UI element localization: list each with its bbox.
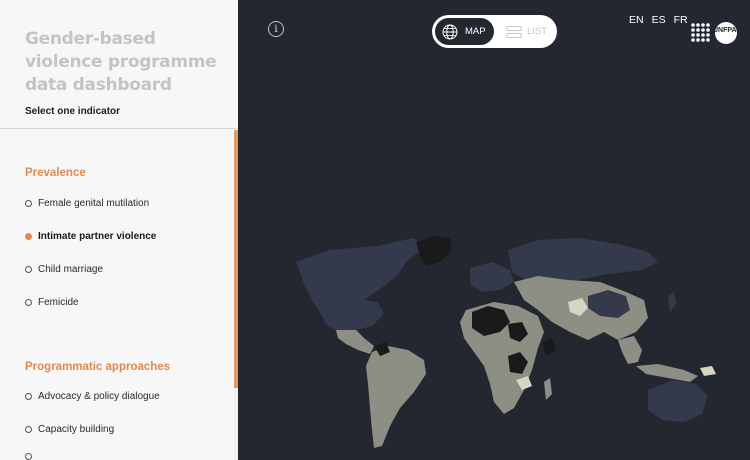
indicator-femicide[interactable]: Femicide [25,297,79,308]
map-region-japan[interactable] [668,292,676,312]
globe-icon [442,24,458,39]
dashboard-app: Gender-based violence programme data das… [0,0,750,460]
radio-icon[interactable] [25,393,32,400]
map-view-button[interactable]: MAP [435,18,494,45]
indicator-label: Intimate partner violence [38,231,157,242]
indicator-partial-next[interactable] [25,453,38,460]
list-view-button[interactable]: LIST [506,18,554,45]
info-icon[interactable]: i [268,21,284,37]
section-heading-programmatic-approaches: Programmatic approaches [25,361,171,373]
map-region-southeast-asia[interactable] [618,336,642,364]
indicator-intimate-partner-violence[interactable]: Intimate partner violence [25,231,156,242]
unfpa-logo-text: UNFPA [713,27,737,34]
indicator-label: Advocacy & policy dialogue [38,391,160,402]
map-region-europe[interactable] [470,262,514,292]
indicator-child-marriage[interactable]: Child marriage [25,264,103,275]
language-fr[interactable]: FR [674,14,688,26]
radio-icon[interactable] [25,200,32,207]
select-indicator-label: Select one indicator [25,106,121,117]
radio-icon[interactable] [25,453,32,460]
indicator-capacity-building[interactable]: Capacity building [25,424,114,435]
map-region-horn-africa-dark[interactable] [542,338,556,356]
page-title: Gender-based violence programme data das… [25,29,217,95]
language-es[interactable]: ES [652,14,666,26]
map-view-label: MAP [465,26,486,37]
map-region-png-light[interactable] [700,366,716,376]
language-en[interactable]: EN [629,14,644,26]
world-map[interactable] [238,0,750,460]
section-heading-prevalence: Prevalence [25,167,86,179]
indicator-label: Child marriage [38,264,104,275]
radio-icon[interactable] [25,266,32,273]
radio-icon[interactable] [25,426,32,433]
list-icon [506,25,522,38]
indicator-advocacy-policy-dialogue[interactable]: Advocacy & policy dialogue [25,391,160,402]
indicator-label: Capacity building [38,424,115,435]
indicator-female-genital-mutilation[interactable]: Female genital mutilation [25,198,149,209]
indicator-label: Femicide [38,297,79,308]
map-region-madagascar[interactable] [544,378,552,400]
map-region-mexico-central[interactable] [336,330,374,354]
map-region-indonesia[interactable] [636,364,698,382]
map-region-greenland[interactable] [416,236,452,266]
radio-icon[interactable] [25,299,32,306]
radio-selected-icon[interactable] [25,233,32,240]
indicator-label: Female genital mutilation [38,198,150,209]
sidebar-divider [0,128,238,129]
map-region-australia[interactable] [648,380,708,422]
indicator-sidebar: Gender-based violence programme data das… [0,0,238,460]
language-switcher: EN ES FR [629,14,688,26]
map-region-south-america[interactable] [366,346,426,448]
map-region-russia[interactable] [508,238,658,284]
list-view-label: LIST [527,26,548,37]
